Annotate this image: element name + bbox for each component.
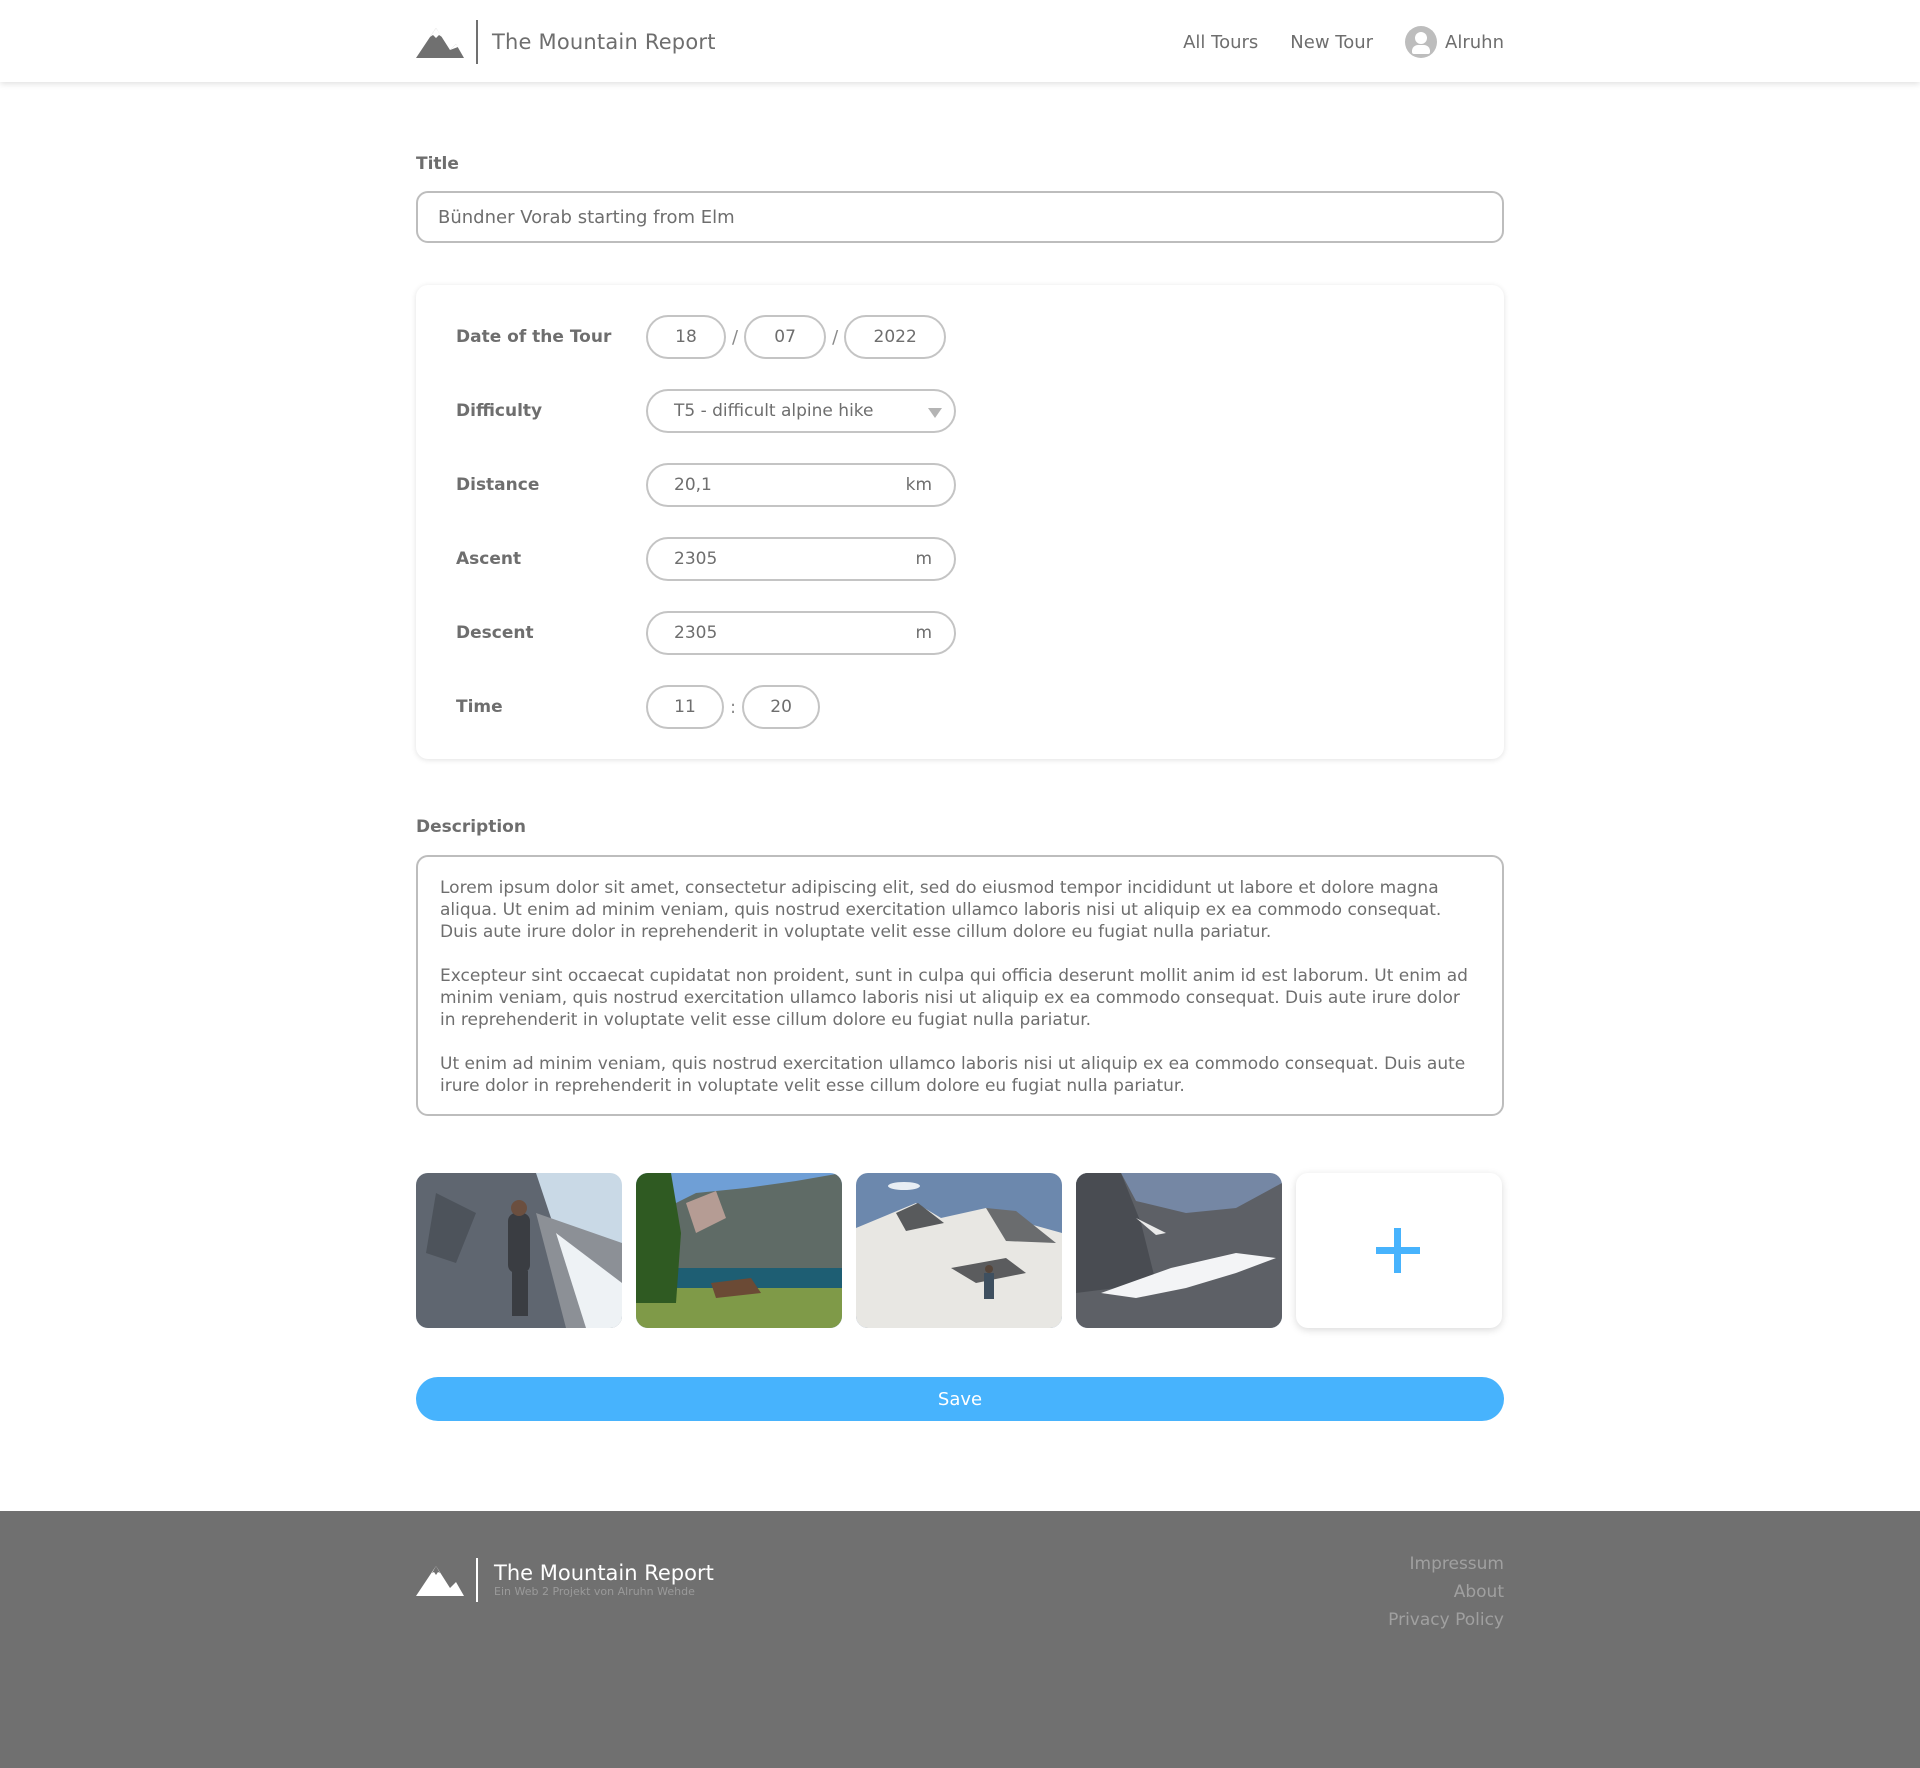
photo-thumbnail[interactable]	[856, 1173, 1062, 1328]
time-label: Time	[456, 697, 503, 717]
footer-brand-divider	[476, 1558, 478, 1602]
distance-row: Distance km	[456, 463, 956, 507]
user-name: Alruhn	[1445, 31, 1504, 53]
footer-link-impressum[interactable]: Impressum	[1410, 1553, 1505, 1575]
chevron-down-icon	[928, 408, 942, 418]
photo-lake-hut-icon	[636, 1173, 842, 1328]
add-photo-button[interactable]	[1296, 1173, 1502, 1328]
tour-details-card: Date of the Tour / / Difficulty T5 - dif…	[416, 285, 1504, 759]
title-input[interactable]	[416, 191, 1504, 243]
description-textarea[interactable]: Lorem ipsum dolor sit amet, consectetur …	[416, 855, 1504, 1116]
plus-icon	[1376, 1247, 1420, 1254]
footer-brand: The Mountain Report Ein Web 2 Projekt vo…	[416, 1558, 714, 1602]
footer-tagline: Ein Web 2 Projekt von Alruhn Wehde	[494, 1585, 695, 1598]
distance-input[interactable]	[674, 475, 874, 495]
time-separator: :	[730, 696, 737, 718]
footer-links: Impressum About Privacy Policy	[1388, 1553, 1504, 1631]
description-label: Description	[416, 817, 526, 837]
ascent-label: Ascent	[456, 549, 522, 569]
time-minutes-input[interactable]	[742, 685, 821, 729]
date-label: Date of the Tour	[456, 327, 612, 347]
descent-label: Descent	[456, 623, 534, 643]
save-button[interactable]: Save	[416, 1377, 1504, 1421]
user-menu[interactable]: Alruhn	[1405, 26, 1504, 58]
difficulty-selected: T5 - difficult alpine hike	[674, 401, 874, 421]
brand-divider	[476, 20, 478, 64]
photo-thumbnail[interactable]	[636, 1173, 842, 1328]
descent-unit: m	[915, 623, 932, 643]
ascent-row: Ascent m	[456, 537, 956, 581]
ascent-field[interactable]: m	[646, 537, 956, 581]
description-paragraph: Lorem ipsum dolor sit amet, consectetur …	[440, 878, 1442, 942]
date-separator: /	[832, 326, 839, 348]
date-year-input[interactable]	[844, 315, 947, 359]
avatar-icon	[1405, 26, 1438, 58]
date-row: Date of the Tour / /	[456, 315, 947, 359]
brand-link[interactable]: The Mountain Report	[416, 20, 716, 64]
photo-cirque-icon	[1076, 1173, 1282, 1328]
descent-row: Descent m	[456, 611, 956, 655]
distance-unit: km	[905, 475, 932, 495]
ascent-input[interactable]	[674, 549, 874, 569]
site-footer: The Mountain Report Ein Web 2 Projekt vo…	[0, 1511, 1920, 1768]
photo-snowfield-icon	[856, 1173, 1062, 1328]
main-nav: All Tours New Tour Alruhn	[1183, 22, 1504, 62]
photo-hiker-rock-icon	[416, 1173, 622, 1328]
footer-link-about[interactable]: About	[1454, 1581, 1504, 1603]
photo-thumbnail[interactable]	[1076, 1173, 1282, 1328]
description-paragraph: Excepteur sint occaecat cupidatat non pr…	[440, 966, 1468, 1030]
difficulty-label: Difficulty	[456, 401, 543, 421]
footer-brand-name: The Mountain Report	[494, 1561, 714, 1585]
distance-label: Distance	[456, 475, 540, 495]
date-day-input[interactable]	[646, 315, 726, 359]
time-hours-input[interactable]	[646, 685, 724, 729]
photo-gallery	[416, 1173, 1504, 1328]
nav-new-tour[interactable]: New Tour	[1290, 32, 1373, 53]
date-month-input[interactable]	[744, 315, 827, 359]
description-paragraph: Ut enim ad minim veniam, quis nostrud ex…	[440, 1054, 1466, 1096]
photo-thumbnail[interactable]	[416, 1173, 622, 1328]
date-separator: /	[732, 326, 739, 348]
title-label: Title	[416, 154, 459, 174]
site-header: The Mountain Report All Tours New Tour A…	[0, 0, 1920, 82]
mountain-logo-icon	[416, 1566, 464, 1596]
difficulty-row: Difficulty T5 - difficult alpine hike	[456, 389, 956, 433]
nav-all-tours[interactable]: All Tours	[1183, 32, 1258, 53]
brand-name: The Mountain Report	[492, 30, 716, 54]
ascent-unit: m	[915, 549, 932, 569]
distance-field[interactable]: km	[646, 463, 956, 507]
mountain-logo-icon	[416, 28, 464, 58]
descent-field[interactable]: m	[646, 611, 956, 655]
difficulty-select[interactable]: T5 - difficult alpine hike	[646, 389, 956, 433]
descent-input[interactable]	[674, 623, 874, 643]
footer-link-privacy-policy[interactable]: Privacy Policy	[1388, 1609, 1504, 1631]
time-row: Time :	[456, 685, 821, 729]
